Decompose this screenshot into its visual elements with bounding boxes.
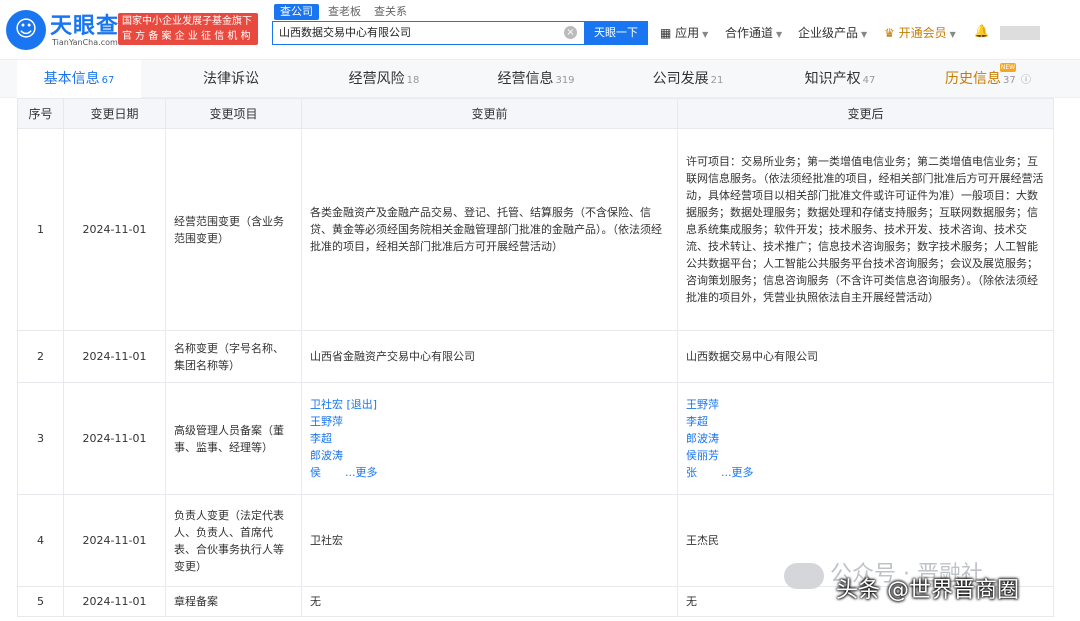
tab-count: 21 xyxy=(710,75,724,86)
clear-icon[interactable]: × xyxy=(564,26,577,39)
person-link[interactable]: 李超 xyxy=(686,413,1045,430)
row-no: 4 xyxy=(17,494,64,587)
nav-apps-label: 应用 xyxy=(675,26,700,40)
row-after: 山西数据交易中心有限公司 xyxy=(677,330,1054,383)
person-link[interactable]: 卫社宏 [退出] xyxy=(310,396,669,413)
nav-enterprise-label: 企业级产品 xyxy=(798,26,859,40)
headline-overlay: 头条 @世界晋商圈 xyxy=(836,578,1019,603)
search-input[interactable]: 山西数据交易中心有限公司 xyxy=(272,21,584,45)
row-before: 山西省金融资产交易中心有限公司 xyxy=(301,330,678,383)
col-header-date: 变更日期 xyxy=(63,98,166,129)
table-row: 2 2024-11-01 名称变更（字号名称、集团名称等） 山西省金融资产交易中… xyxy=(17,330,1054,383)
table-row: 3 2024-11-01 高级管理人员备案（董事、监事、经理等） 卫社宏 [退出… xyxy=(17,382,1054,495)
more-link[interactable]: ...更多 xyxy=(345,466,378,479)
official-badge: 国家中小企业发展子基金旗下 官 方 备 案 企 业 征 信 机 构 xyxy=(118,13,258,45)
tab-count: 37 xyxy=(1003,75,1016,86)
tab-label: 公司发展 xyxy=(652,71,709,87)
col-header-no: 序号 xyxy=(17,98,64,129)
tab-label: 历史信息 xyxy=(945,71,1002,87)
tianyancha-logo-icon[interactable]: ☺ xyxy=(6,10,46,50)
row-no: 1 xyxy=(17,128,64,331)
row-before: 各类金融资产及金融产品交易、登记、托管、结算服务（不含保险、信贷、黄金等必须经国… xyxy=(301,128,678,331)
wechat-icon xyxy=(784,563,824,589)
tab-bar: 基本信息 67 法律诉讼 经营风险 18 经营信息 319 公司发展 21 知识产权 47… xyxy=(0,60,1080,98)
tab-count: 47 xyxy=(862,75,876,86)
crown-icon: ♛ xyxy=(884,26,899,40)
person-link[interactable]: 王野萍 xyxy=(686,396,1045,413)
person-link[interactable]: 王野萍 xyxy=(310,413,669,430)
row-date: 2024-11-01 xyxy=(63,128,166,331)
search-tab-boss[interactable]: 查老板 xyxy=(322,4,367,20)
row-after: 王野萍 李超 郎波涛 侯丽芳 张 ...更多 xyxy=(677,382,1054,495)
row-before[interactable]: 卫社宏 xyxy=(301,494,678,587)
top-bar: ☺ 天眼查 TianYanCha.com 国家中小企业发展子基金旗下 官 方 备… xyxy=(0,0,1080,60)
table-row: 1 2024-11-01 经营范围变更（含业务范围变更） 各类金融资产及金融产品… xyxy=(17,128,1054,331)
info-icon: ⓘ xyxy=(1017,75,1031,86)
row-after: 许可项目：交易所业务；第一类增值电信业务；第二类增值电信业务；互联网信息服务。（… xyxy=(677,128,1054,331)
brand-domain: TianYanCha.com xyxy=(52,38,118,47)
tab-label: 经营信息 xyxy=(497,71,554,87)
row-item: 名称变更（字号名称、集团名称等） xyxy=(165,330,302,383)
row-date: 2024-11-01 xyxy=(63,586,166,617)
search-button[interactable]: 天眼一下 xyxy=(584,21,648,45)
row-date: 2024-11-01 xyxy=(63,494,166,587)
row-no: 5 xyxy=(17,586,64,617)
person-link[interactable]: 侯丽芳 xyxy=(686,447,1045,464)
brand-name[interactable]: 天眼查 xyxy=(50,8,119,40)
tab-history[interactable]: 历史信息 37 ⓘ xyxy=(926,60,1050,98)
col-header-item: 变更项目 xyxy=(165,98,302,129)
person-link[interactable]: 李超 xyxy=(310,430,669,447)
new-tag: NEW xyxy=(1000,63,1016,72)
bell-icon[interactable]: 🔔 xyxy=(974,24,989,38)
row-before: 卫社宏 [退出] 王野萍 李超 郎波涛 侯 ...更多 xyxy=(301,382,678,495)
row-item: 高级管理人员备案（董事、监事、经理等） xyxy=(165,382,302,495)
col-header-after: 变更后 xyxy=(677,98,1054,129)
row-date: 2024-11-01 xyxy=(63,382,166,495)
tab-count: 67 xyxy=(101,75,115,86)
chevron-down-icon: ▼ xyxy=(861,30,868,39)
chevron-down-icon: ▼ xyxy=(702,30,709,39)
nav-vip-label: 开通会员 xyxy=(898,26,947,40)
nav-vip[interactable]: ♛ 开通会员 ▼ xyxy=(884,24,956,41)
search-tab-relation[interactable]: 查关系 xyxy=(368,4,413,20)
tab-count: 319 xyxy=(555,75,575,86)
change-record-table: 序号 变更日期 变更项目 变更前 变更后 1 2024-11-01 经营范围变更… xyxy=(17,98,1054,617)
tab-label: 知识产权 xyxy=(804,71,861,87)
tab-development[interactable]: 公司发展 21 xyxy=(626,60,750,98)
nav-partner[interactable]: 合作通道 ▼ xyxy=(725,24,782,41)
tab-ip[interactable]: 知识产权 47 xyxy=(778,60,902,98)
row-no: 2 xyxy=(17,330,64,383)
row-item: 负责人变更（法定代表人、负责人、首席代表、合伙事务执行人等变更） xyxy=(165,494,302,587)
chevron-down-icon: ▼ xyxy=(949,30,956,39)
tab-legal[interactable]: 法律诉讼 xyxy=(170,60,294,98)
row-no: 3 xyxy=(17,382,64,495)
nav-apps[interactable]: ▦ 应用 ▼ xyxy=(660,24,708,41)
row-item: 经营范围变更（含业务范围变更） xyxy=(165,128,302,331)
person-link[interactable]: 郎波涛 xyxy=(686,430,1045,447)
tab-basic-info[interactable]: 基本信息 67 xyxy=(17,60,141,98)
tab-risk[interactable]: 经营风险 18 xyxy=(322,60,446,98)
tab-label: 基本信息 xyxy=(43,71,100,87)
tab-count: 18 xyxy=(406,75,420,86)
badge-line-2: 官 方 备 案 企 业 征 信 机 构 xyxy=(122,31,251,42)
row-before: 无 xyxy=(301,586,678,617)
tab-business[interactable]: 经营信息 319 xyxy=(474,60,598,98)
tab-label: 经营风险 xyxy=(348,71,405,87)
chevron-down-icon: ▼ xyxy=(776,30,783,39)
grid-icon: ▦ xyxy=(660,26,676,40)
row-item: 章程备案 xyxy=(165,586,302,617)
nav-enterprise[interactable]: 企业级产品 ▼ xyxy=(798,24,867,41)
person-link[interactable]: 郎波涛 xyxy=(310,447,669,464)
col-header-before: 变更前 xyxy=(301,98,678,129)
person-link[interactable]: 张 xyxy=(686,466,697,479)
badge-line-1: 国家中小企业发展子基金旗下 xyxy=(122,16,252,27)
tab-label: 法律诉讼 xyxy=(203,71,259,87)
person-link[interactable]: 侯 xyxy=(310,466,321,479)
row-date: 2024-11-01 xyxy=(63,330,166,383)
more-link[interactable]: ...更多 xyxy=(721,466,754,479)
search-tab-company[interactable]: 查公司 xyxy=(274,4,319,20)
table-header-row: 序号 变更日期 变更项目 变更前 变更后 xyxy=(17,98,1054,129)
avatar[interactable] xyxy=(1000,26,1040,40)
nav-partner-label: 合作通道 xyxy=(725,26,774,40)
